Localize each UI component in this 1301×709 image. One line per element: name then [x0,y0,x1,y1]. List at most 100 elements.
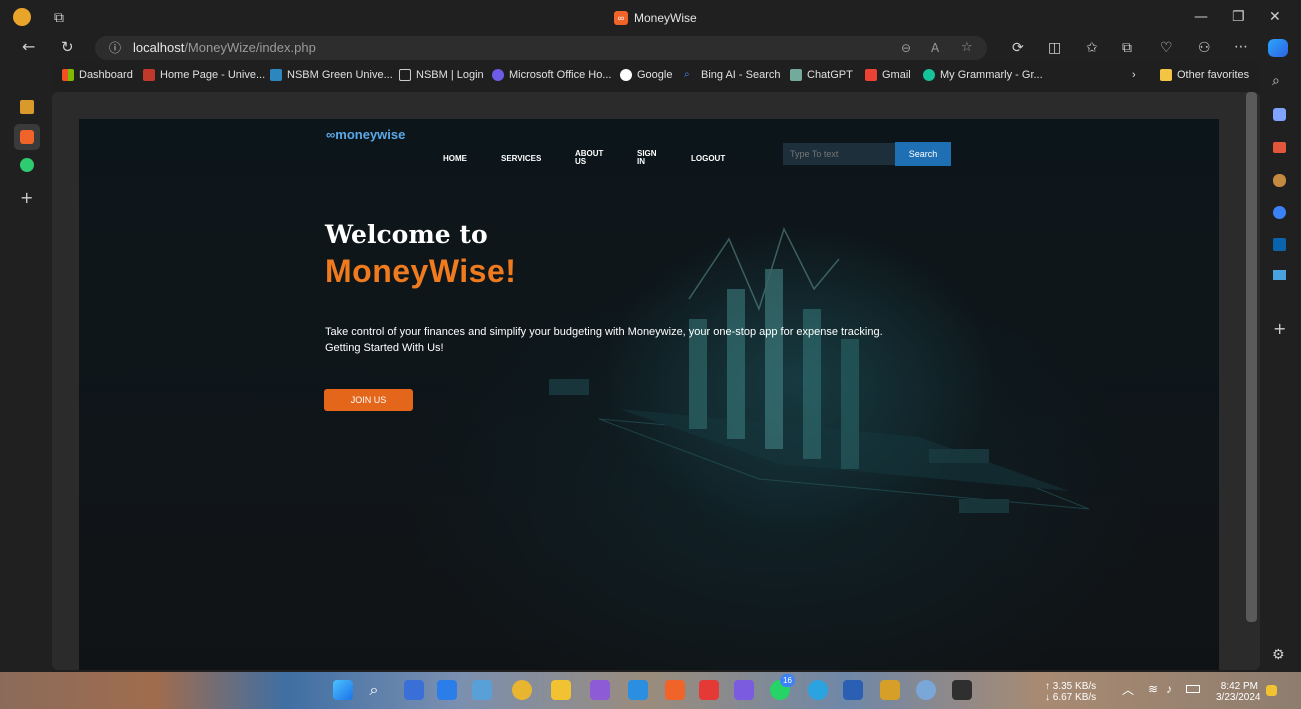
bookmark-nsbm-login[interactable]: NSBM | Login [399,69,484,81]
terminal-icon[interactable] [952,680,972,700]
hero-section: ∞moneywise HOME SERVICES ABOUT US SIGN I… [79,119,1219,670]
performance-icon[interactable]: ♡ [1160,41,1173,55]
edge-sidebar: ⌕ + ⚙ [1260,62,1301,672]
nsbm-green-icon [270,69,282,81]
chatgpt-icon [790,69,802,81]
back-icon[interactable]: ← [22,39,35,55]
vscode-icon[interactable] [628,680,648,700]
collections-icon[interactable]: ⧉ [1122,41,1132,55]
youtube-icon[interactable] [699,680,719,700]
bookmark-microsoft-office[interactable]: Microsoft Office Ho... [492,69,612,81]
word-icon[interactable] [843,680,863,700]
tab-actions-icon[interactable]: ⧉ [54,11,64,25]
wifi-icon[interactable]: ≋ [1148,683,1158,695]
visual-studio-icon[interactable] [590,680,610,700]
url-path: /MoneyWize/index.php [184,40,316,55]
tray-overflow-icon[interactable]: ︿ [1122,684,1134,696]
bookmark-nsbm-green[interactable]: NSBM Green Unive... [270,69,393,81]
title-bar: ⧉ ∞ MoneyWise — ❐ ✕ [0,0,1301,36]
bookmark-dashboard[interactable]: Dashboard [62,69,133,81]
bookmark-other-favorites[interactable]: Other favorites [1160,69,1249,81]
settings-app-icon[interactable] [916,680,936,700]
page-viewport: ∞moneywise HOME SERVICES ABOUT US SIGN I… [52,92,1260,670]
address-bar[interactable]: ⓘ localhost/MoneyWize/index.php ⊖ A ☆ [95,36,987,60]
favorite-star-icon[interactable]: ☆ [961,41,973,55]
nav-services[interactable]: SERVICES [501,155,541,163]
whatsapp-icon[interactable]: 16 [770,674,795,700]
page-scrollbar[interactable] [1246,92,1257,622]
upload-speed: ↑ 3.35 KB/s [1045,681,1097,692]
site-logo[interactable]: ∞moneywise [326,127,405,142]
tab-icon-moneywise[interactable] [14,124,40,150]
chrome-icon[interactable] [512,680,532,700]
search-button[interactable]: Search [895,142,951,166]
grammarly-icon [923,69,935,81]
infinity-icon: ∞ [326,127,336,142]
profile-avatar[interactable] [13,8,31,26]
read-aloud-icon[interactable]: A [931,41,939,55]
bookmark-gmail[interactable]: Gmail [865,69,911,81]
minimize-button[interactable]: — [1194,9,1208,25]
drop-icon[interactable] [1273,270,1286,280]
widgets-icon[interactable] [404,680,424,700]
people-app-icon[interactable] [472,680,492,700]
nav-about-us[interactable]: ABOUT US [575,150,607,166]
refresh-extension-icon[interactable]: ⟳ [1012,41,1024,55]
join-us-button[interactable]: JOIN US [324,389,413,411]
people-icon[interactable] [1273,174,1286,187]
xampp-icon[interactable] [665,680,685,700]
tab-icon-1[interactable] [20,100,34,114]
network-speed: ↑ 3.35 KB/s ↓ 6.67 KB/s [1045,681,1096,703]
split-screen-icon[interactable]: ◫ [1048,41,1061,55]
bookmark-bing-ai[interactable]: ⌕ Bing AI - Search [684,69,781,81]
notes-icon[interactable] [437,680,457,700]
tab-icon-3[interactable] [20,158,34,172]
restore-button[interactable]: ❐ [1232,9,1245,25]
copilot-icon[interactable] [1268,39,1288,57]
outlook-icon[interactable] [1273,238,1286,251]
bookmark-google[interactable]: Google [620,69,672,81]
nav-logout[interactable]: LOGOUT [691,155,725,163]
briefcase-icon[interactable] [1273,142,1286,153]
volume-icon[interactable]: ♪ [1166,683,1172,695]
taskbar-search-icon[interactable]: ⌕ [364,680,384,700]
new-tab-icon[interactable]: + [20,188,33,207]
search-icon[interactable]: ⌕ [1272,74,1280,88]
zoom-icon[interactable]: ⊖ [901,41,911,55]
bookmarks-overflow-icon[interactable]: › [1132,69,1136,81]
search-input[interactable] [783,143,895,165]
more-menu-icon[interactable]: ⋯ [1234,40,1248,54]
clock-date: 3/23/2024 [1216,692,1261,703]
nav-home[interactable]: HOME [443,155,467,163]
clock[interactable]: 8:42 PM 3/23/2024 [1216,681,1261,703]
profile-icon[interactable]: ⚇ [1198,41,1211,55]
paint-icon[interactable] [880,680,900,700]
windows-taskbar: ⌕ 16 ↑ 3.35 KB/s ↓ 6.67 KB/s ︿ ≋ ♪ 8:42 … [0,672,1301,709]
file-explorer-icon[interactable] [551,680,571,700]
hero-tagline: Take control of your finances and simpli… [325,324,1025,356]
tagline-line-1: Take control of your finances and simpli… [325,326,883,338]
tagline-line-2: Getting Started With Us! [325,342,444,354]
url-text[interactable]: localhost/MoneyWize/index.php [133,40,316,55]
start-windows-icon[interactable] [333,680,353,700]
gmail-icon [865,69,877,81]
tag-icon[interactable] [1273,108,1286,121]
settings-gear-icon[interactable]: ⚙ [1272,648,1285,662]
bookmark-home-page[interactable]: Home Page - Unive... [143,69,265,81]
window-title: ∞ MoneyWise [614,11,697,25]
edge-icon[interactable] [1273,206,1286,219]
add-sidebar-app-icon[interactable]: + [1273,321,1286,337]
close-button[interactable]: ✕ [1269,9,1281,25]
url-host: localhost [133,40,185,55]
bookmark-chatgpt[interactable]: ChatGPT [790,69,853,81]
info-icon[interactable]: ⓘ [109,41,121,55]
battery-icon[interactable] [1186,685,1200,693]
clock-time: 8:42 PM [1220,681,1258,692]
telegram-icon[interactable] [808,680,828,700]
notification-bell-icon[interactable] [1266,685,1277,696]
bookmark-grammarly[interactable]: My Grammarly - Gr... [923,69,1043,81]
media-player-icon[interactable] [734,680,754,700]
refresh-icon[interactable]: ↻ [61,40,74,55]
nav-sign-in[interactable]: SIGN IN [637,150,661,166]
favorites-icon[interactable]: ✩ [1086,41,1098,55]
